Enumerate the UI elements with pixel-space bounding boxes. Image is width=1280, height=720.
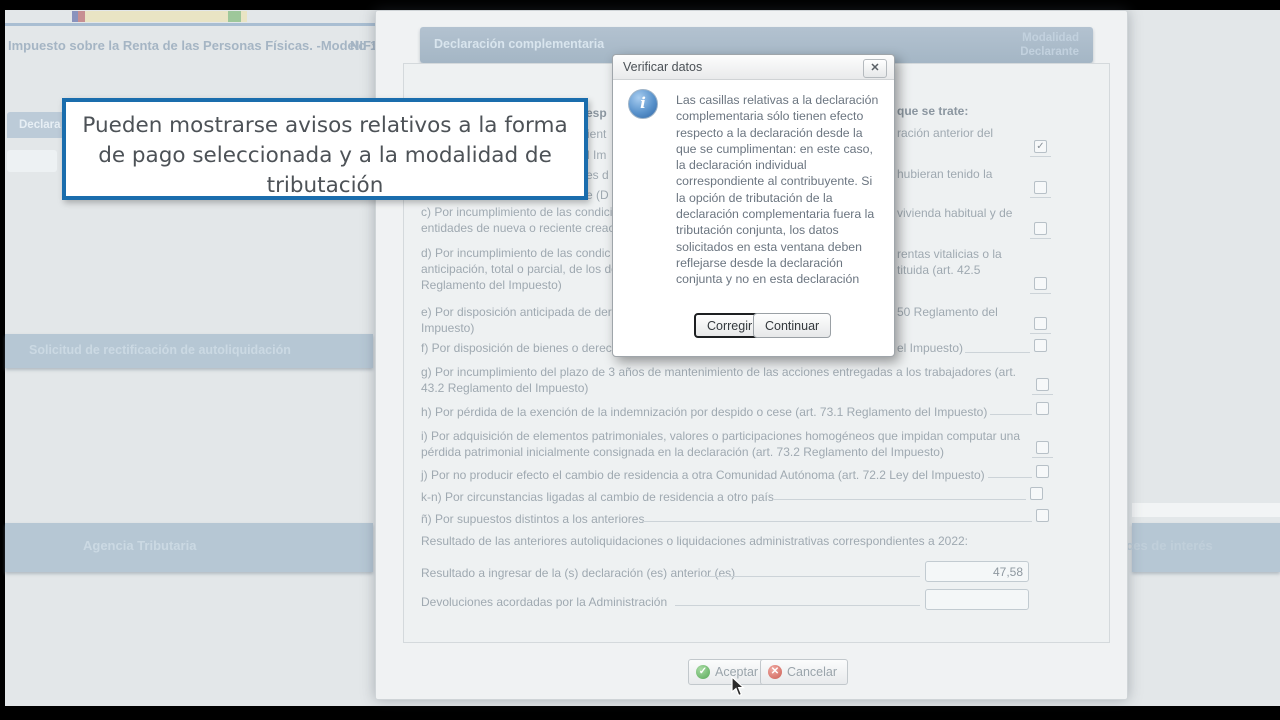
field-devoluciones-label: Devoluciones acordadas por la Administra… [421,595,667,609]
row-g-underline [1032,393,1053,395]
section-enlaces: ces de interés [1132,523,1280,572]
field-resultado-label: Resultado a ingresar de la (s) declaraci… [421,566,735,580]
section-agencia: Agencia Tributaria [5,523,373,572]
resultado-heading: Resultado de las anteriores autoliquidac… [421,533,1061,549]
row-e-line2: Impuesto) [421,321,474,335]
row-e-checkbox[interactable] [1034,317,1047,330]
row-b-right: hubieran tenido la [897,167,992,181]
row-i-underline [1032,456,1053,458]
field-devoluciones-leader [675,604,920,606]
row-j-checkbox[interactable] [1036,465,1049,478]
row-i-label: i) Por adquisición de elementos patrimon… [421,428,1021,460]
header-divider [5,23,375,26]
row-d-line1: d) Por incumplimiento de las condic [421,246,610,260]
intro-fragment-right: que se trate: [897,104,968,118]
row-i-checkbox[interactable] [1036,441,1049,454]
section-rectificacion-label: Solicitud de rectificación de autoliquid… [29,343,291,357]
letterbox-top [0,0,1280,10]
row-d-right1: rentas vitalicias o la [897,247,1002,261]
row-a-underline [1030,155,1051,157]
field-resultado-leader [702,575,920,577]
row-nn-checkbox[interactable] [1036,509,1049,522]
row-a-frag2: l Im [587,148,606,162]
row-c-line2: entidades de nueva o reciente creaci [421,221,617,235]
row-a-checkbox[interactable]: ✓ [1034,140,1047,153]
row-j-leader [988,476,1032,478]
row-c-right: vivienda habitual y de [897,206,1012,220]
mouse-cursor [731,676,747,698]
row-kn-checkbox[interactable] [1030,487,1043,500]
row-f-checkbox[interactable] [1034,339,1047,352]
panel-header-modalidad: Modalidad Declarante [1020,31,1079,59]
letterbox-bottom [0,706,1280,720]
info-icon: i [628,89,658,119]
header-yellow-strip [85,11,247,22]
close-icon[interactable]: ✕ [863,59,887,78]
header-green-block [228,11,241,22]
row-h-label: h) Por pérdida de la exención de la inde… [421,404,1041,420]
field-devoluciones-input[interactable] [925,589,1029,610]
row-d-line2: anticipación, total o parcial, de los de [421,262,618,276]
section-rectificacion: Solicitud de rectificación de autoliquid… [5,334,373,368]
row-h-leader [990,413,1032,415]
flag-red-stripe [78,11,85,22]
verificar-datos-dialog: Verificar datos ✕ i Las casillas relativ… [612,54,895,357]
intro-fragment-left: esp [586,106,607,120]
row-f-right: el Impuesto) [897,341,963,355]
row-kn-leader [774,498,1026,500]
cancel-x-icon: ✕ [768,665,782,679]
row-c-line1: c) Por incumplimiento de las condici [421,205,612,219]
page-title: Impuesto sobre la Renta de las Personas … [8,38,392,53]
row-d-checkbox[interactable] [1034,277,1047,290]
row-d-underline [1030,292,1051,294]
right-strip [1132,503,1280,517]
screen: Impuesto sobre la Renta de las Personas … [0,0,1280,720]
section-enlaces-label: ces de interés [1126,538,1213,553]
row-h-checkbox[interactable] [1036,402,1049,415]
row-b-frag1: es d [586,168,609,182]
row-g-label: g) Por incumplimiento del plazo de 3 año… [421,364,1021,396]
row-d-line3: Reglamento del Impuesto) [421,278,562,292]
row-a-right: ración anterior del [897,126,993,140]
row-g-checkbox[interactable] [1036,378,1049,391]
nif-label: NIF: [350,38,375,53]
row-c-underline [1030,237,1051,239]
field-resultado-input[interactable] [925,561,1029,582]
cancelar-button[interactable]: ✕ Cancelar [760,659,848,685]
dialog-message: Las casillas relativas a la declaración … [676,92,884,288]
row-e-right: 50 Reglamento del [897,305,998,319]
panel-header-title: Declaración complementaria [434,37,604,51]
accept-check-icon: ✓ [696,665,710,679]
tab-ghost [7,150,57,172]
row-kn-label: k-n) Por circunstancias ligadas al cambi… [421,489,1041,505]
row-a-frag1: ient [587,127,606,141]
row-nn-label: ñ) Por supuestos distintos a los anterio… [421,511,1041,527]
row-f-leader [965,351,1030,353]
dialog-title: Verificar datos [623,60,702,74]
row-e-line1: e) Por disposición anticipada de dere [421,305,618,319]
aceptar-button[interactable]: ✓ Aceptar [688,659,769,685]
row-e-underline [1030,332,1051,334]
dialog-titlebar[interactable]: Verificar datos ✕ [613,55,894,80]
row-b-frag2: e (D [586,188,609,202]
row-nn-leader [642,520,1032,522]
row-c-checkbox[interactable] [1034,222,1047,235]
continuar-button[interactable]: Continuar [753,313,831,338]
row-d-right2: tituida (art. 42.5 [897,263,980,277]
section-agencia-label: Agencia Tributaria [83,538,196,553]
row-b-underline [1030,196,1051,198]
row-j-label: j) Por no producir efecto el cambio de r… [421,467,1041,483]
tutorial-callout: Pueden mostrarse avisos relativos a la f… [62,98,588,200]
row-f-line: f) Por disposición de bienes o derech [421,341,618,355]
row-b-checkbox[interactable] [1034,181,1047,194]
